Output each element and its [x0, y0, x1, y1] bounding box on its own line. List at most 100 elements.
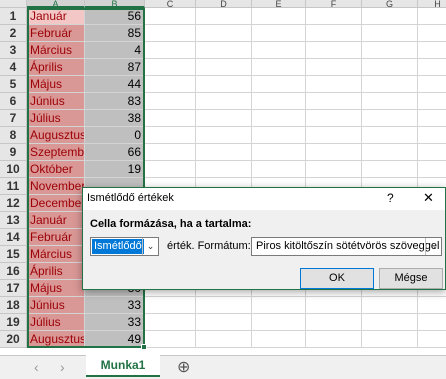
cell-month[interactable]: Augusztus	[27, 127, 85, 144]
cell-month[interactable]: Április	[27, 263, 85, 280]
row-header[interactable]: 20	[0, 331, 27, 348]
row-header[interactable]: 6	[0, 93, 27, 110]
sheet-tab-munka1[interactable]: Munka1	[86, 355, 160, 377]
cell-value[interactable]: 33	[85, 297, 145, 314]
cell-value[interactable]: 66	[85, 144, 145, 161]
cell-empty[interactable]	[196, 76, 252, 93]
cell-empty[interactable]	[362, 93, 418, 110]
cell-empty[interactable]	[362, 161, 418, 178]
cell-empty[interactable]	[418, 331, 446, 348]
cell-empty[interactable]	[252, 8, 306, 25]
cell-empty[interactable]	[362, 331, 418, 348]
sheet-nav-next-icon[interactable]: ›	[60, 359, 65, 375]
cell-empty[interactable]	[196, 144, 252, 161]
row-header[interactable]: 4	[0, 59, 27, 76]
cell-empty[interactable]	[196, 297, 252, 314]
cell-value[interactable]: 56	[85, 8, 145, 25]
cell-empty[interactable]	[362, 8, 418, 25]
cell-month[interactable]: Április	[27, 59, 85, 76]
row-header[interactable]: 2	[0, 25, 27, 42]
cell-empty[interactable]	[418, 8, 446, 25]
cell-empty[interactable]	[196, 25, 252, 42]
cell-empty[interactable]	[145, 331, 196, 348]
cell-empty[interactable]	[196, 8, 252, 25]
cell-value[interactable]: 87	[85, 59, 145, 76]
cell-value[interactable]: 83	[85, 93, 145, 110]
value-type-select[interactable]: Ismétlődő ⌄	[90, 237, 159, 256]
cell-empty[interactable]	[418, 59, 446, 76]
cell-empty[interactable]	[306, 8, 362, 25]
cell-month[interactable]: Május	[27, 76, 85, 93]
row-header[interactable]: 7	[0, 110, 27, 127]
cell-empty[interactable]	[418, 144, 446, 161]
cell-month[interactable]: December	[27, 195, 85, 212]
cell-empty[interactable]	[362, 76, 418, 93]
cell-month[interactable]: Február	[27, 229, 85, 246]
cell-empty[interactable]	[306, 110, 362, 127]
cell-empty[interactable]	[145, 8, 196, 25]
column-header-d[interactable]: D	[196, 0, 252, 8]
row-header[interactable]: 14	[0, 229, 27, 246]
cell-empty[interactable]	[145, 314, 196, 331]
cell-month[interactable]: Július	[27, 110, 85, 127]
row-header[interactable]: 9	[0, 144, 27, 161]
cell-empty[interactable]	[306, 76, 362, 93]
cell-empty[interactable]	[362, 110, 418, 127]
cell-empty[interactable]	[418, 161, 446, 178]
cell-empty[interactable]	[306, 59, 362, 76]
row-header[interactable]: 17	[0, 280, 27, 297]
cell-empty[interactable]	[252, 144, 306, 161]
cell-empty[interactable]	[306, 25, 362, 42]
cell-month[interactable]: Március	[27, 246, 85, 263]
cell-empty[interactable]	[362, 314, 418, 331]
column-header-f[interactable]: F	[306, 0, 362, 8]
cell-value[interactable]: 49	[85, 331, 145, 348]
cell-month[interactable]: Január	[27, 212, 85, 229]
cell-empty[interactable]	[196, 127, 252, 144]
worksheet-grid[interactable]: A B C D E F G H 1 Január 56 2 Február 85 3 Március 4 4 Ápr…	[0, 0, 446, 355]
cell-empty[interactable]	[145, 110, 196, 127]
cell-empty[interactable]	[418, 110, 446, 127]
fill-handle[interactable]	[141, 344, 147, 350]
column-header-a[interactable]: A	[27, 0, 85, 8]
row-header[interactable]: 1	[0, 8, 27, 25]
row-header[interactable]: 19	[0, 314, 27, 331]
cell-empty[interactable]	[252, 42, 306, 59]
cell-month[interactable]: Június	[27, 297, 85, 314]
cell-empty[interactable]	[252, 297, 306, 314]
row-header[interactable]: 5	[0, 76, 27, 93]
cell-empty[interactable]	[306, 297, 362, 314]
cell-empty[interactable]	[252, 93, 306, 110]
cell-empty[interactable]	[196, 314, 252, 331]
select-all-corner[interactable]	[0, 0, 27, 8]
cell-empty[interactable]	[306, 93, 362, 110]
cell-month[interactable]: Augusztus	[27, 331, 85, 348]
cell-value[interactable]: 0	[85, 127, 145, 144]
cell-month[interactable]: Október	[27, 161, 85, 178]
column-header-c[interactable]: C	[145, 0, 196, 8]
cell-empty[interactable]	[362, 144, 418, 161]
cell-month[interactable]: November	[27, 178, 85, 195]
cell-empty[interactable]	[418, 25, 446, 42]
cell-empty[interactable]	[362, 42, 418, 59]
cell-empty[interactable]	[362, 25, 418, 42]
cell-empty[interactable]	[362, 297, 418, 314]
cell-empty[interactable]	[418, 314, 446, 331]
column-header-e[interactable]: E	[252, 0, 306, 8]
cell-value[interactable]: 44	[85, 76, 145, 93]
cell-empty[interactable]	[196, 161, 252, 178]
cell-empty[interactable]	[418, 93, 446, 110]
chevron-down-icon[interactable]: ⌄	[142, 238, 158, 255]
cell-empty[interactable]	[306, 161, 362, 178]
cell-empty[interactable]	[196, 110, 252, 127]
row-header[interactable]: 11	[0, 178, 27, 195]
cell-empty[interactable]	[145, 144, 196, 161]
cell-empty[interactable]	[306, 127, 362, 144]
cell-empty[interactable]	[145, 161, 196, 178]
cell-value[interactable]: 4	[85, 42, 145, 59]
help-icon[interactable]: ?	[387, 191, 394, 205]
row-header[interactable]: 8	[0, 127, 27, 144]
format-select[interactable]: Piros kitöltőszín sötétvörös szöveggel ⌄	[251, 237, 442, 256]
cell-empty[interactable]	[418, 297, 446, 314]
cell-empty[interactable]	[145, 76, 196, 93]
